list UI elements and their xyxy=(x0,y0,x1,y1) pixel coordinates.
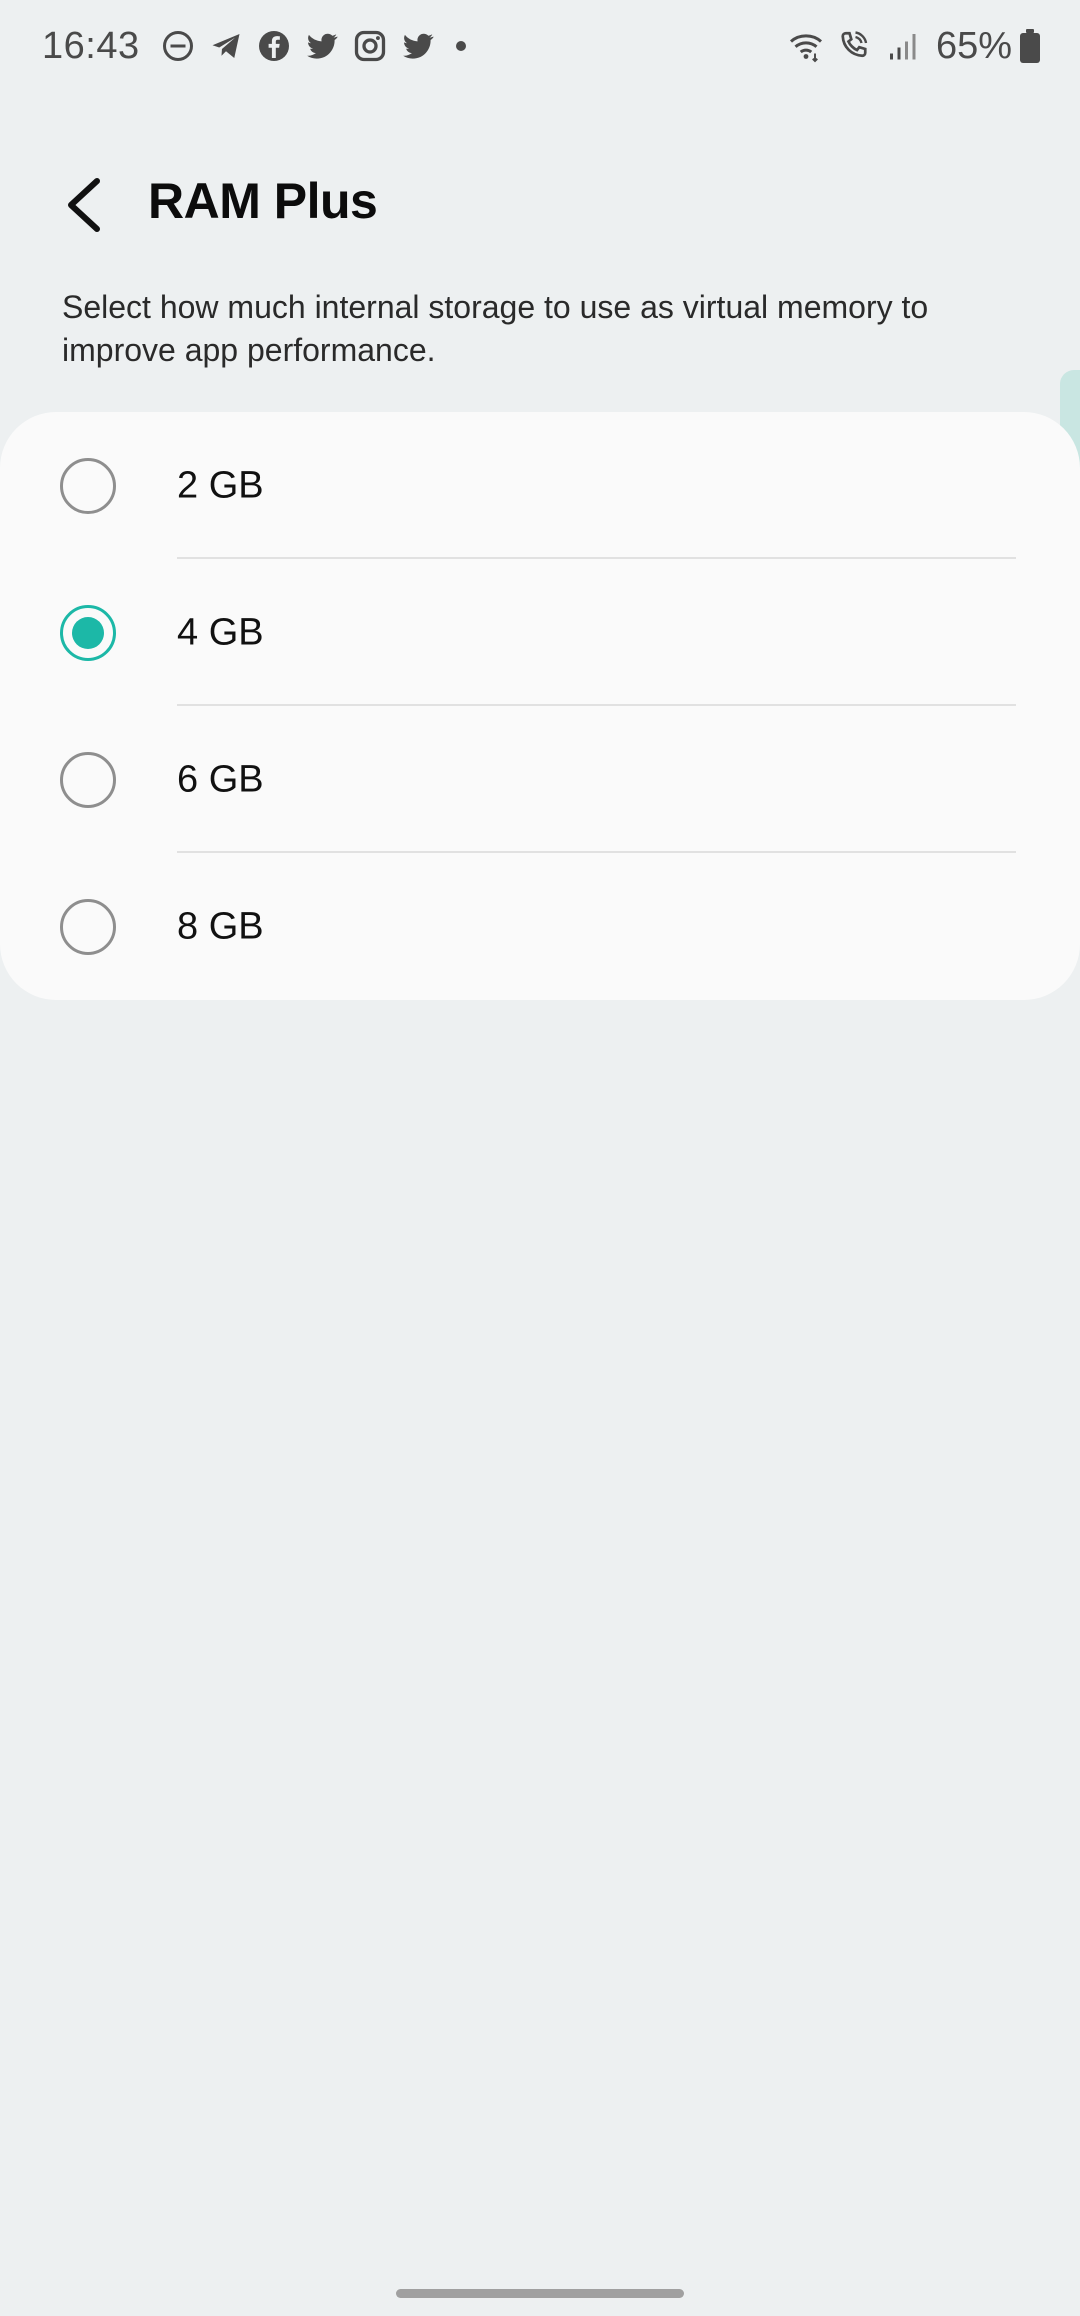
ram-plus-screen: 16:43 65% RAM Plus Select how much inter… xyxy=(0,0,1080,2316)
notification-dot-icon xyxy=(455,41,466,51)
option-4gb[interactable]: 4 GB xyxy=(0,559,1080,706)
option-label: 2 GB xyxy=(177,464,264,506)
app-header: RAM Plus xyxy=(0,150,1080,260)
radio-button[interactable] xyxy=(60,751,116,808)
twitter-icon xyxy=(302,26,342,66)
option-label: 4 GB xyxy=(177,611,264,653)
battery-percentage: 65% xyxy=(935,24,1012,67)
telegram-icon xyxy=(206,26,246,66)
do-not-disturb-icon xyxy=(158,26,198,66)
wifi-icon xyxy=(786,26,826,66)
radio-button-selected[interactable] xyxy=(60,604,116,661)
description-text: Select how much internal storage to use … xyxy=(62,289,929,368)
battery-icon xyxy=(1020,29,1040,63)
option-8gb[interactable]: 8 GB xyxy=(0,853,1080,1000)
radio-button[interactable] xyxy=(60,898,116,955)
facebook-icon xyxy=(254,26,294,66)
status-bar-left: 16:43 xyxy=(42,25,466,68)
page-title: RAM Plus xyxy=(148,173,378,229)
option-6gb[interactable]: 6 GB xyxy=(0,706,1080,853)
status-bar-right: 65% xyxy=(786,25,1040,68)
chevron-left-icon xyxy=(68,178,100,232)
option-label: 8 GB xyxy=(177,905,264,947)
options-card: 2 GB 4 GB 6 GB 8 GB xyxy=(0,412,1080,1000)
twitter-icon xyxy=(398,26,438,66)
option-label: 6 GB xyxy=(177,758,264,800)
instagram-icon xyxy=(350,26,390,66)
radio-button[interactable] xyxy=(60,457,116,514)
signal-icon xyxy=(882,26,922,66)
wifi-calling-icon xyxy=(834,26,874,66)
gesture-navigation-handle[interactable] xyxy=(396,2289,684,2298)
back-button[interactable] xyxy=(40,162,126,248)
status-time: 16:43 xyxy=(42,24,140,67)
option-2gb[interactable]: 2 GB xyxy=(0,412,1080,559)
status-bar: 16:43 65% xyxy=(0,0,1080,92)
